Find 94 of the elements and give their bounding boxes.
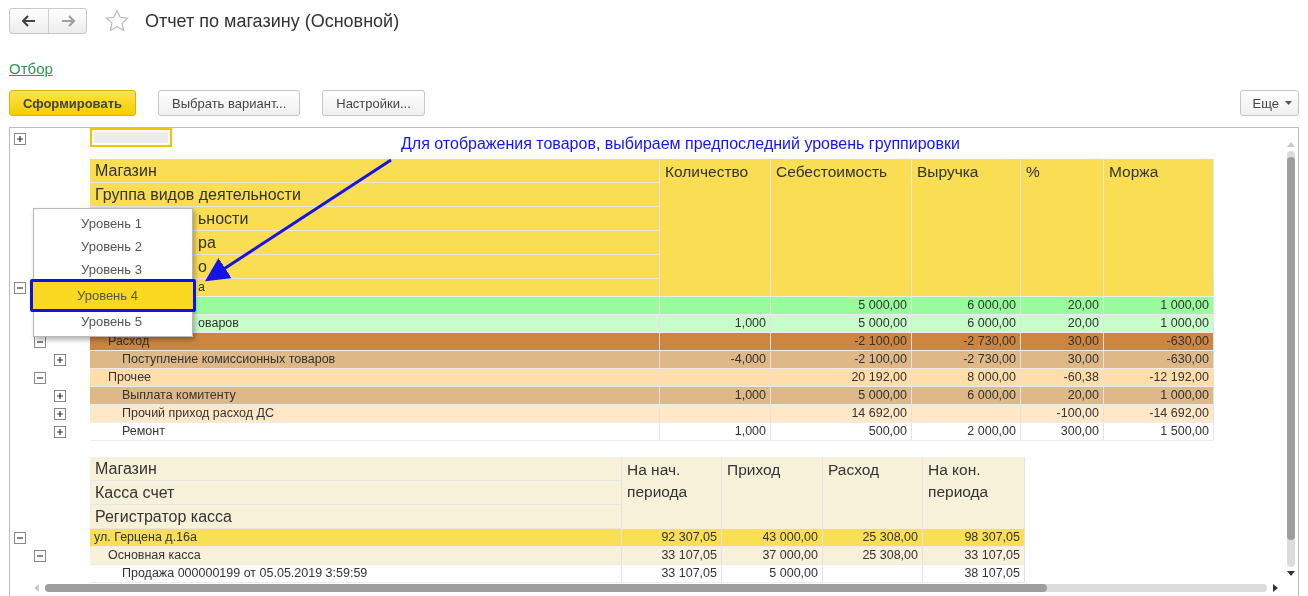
column-header: Себестоимость <box>771 158 912 279</box>
table-cell: 5 000,00 <box>722 564 823 582</box>
table-cell: Выплата комитенту <box>90 386 660 404</box>
table-cell: -2 100,00 <box>771 332 912 350</box>
table-cell: -630,00 <box>1104 332 1214 350</box>
table-cell: 1 000,00 <box>1104 314 1214 332</box>
table-cell: 300,00 <box>1021 422 1104 440</box>
table-cell: Поступление комиссионных товаров <box>90 350 660 368</box>
caret-icon <box>1285 101 1292 105</box>
table-cell: -2 730,00 <box>912 350 1021 368</box>
table-cell: 20 192,00 <box>771 368 912 386</box>
table-cell: 1,000 <box>660 386 771 404</box>
table-cell: 5 000,00 <box>771 314 912 332</box>
table-cell: 25 308,00 <box>823 528 923 546</box>
scroll-right-icon[interactable] <box>1273 584 1278 593</box>
filter-link[interactable]: Отбор <box>9 60 53 77</box>
star-icon[interactable] <box>105 9 129 33</box>
column-header: Выручка <box>912 158 1021 279</box>
window-title: Отчет по магазину (Основной) <box>145 10 400 32</box>
table-cell: 5 000,00 <box>771 386 912 404</box>
table-cell: 6 000,00 <box>912 314 1021 332</box>
table-cell: 5 000,00 <box>771 296 912 314</box>
toolbar-button[interactable]: Выбрать вариант... <box>158 90 301 116</box>
grouping-header: Магазин <box>90 456 622 481</box>
table-cell: -630,00 <box>1104 350 1214 368</box>
table-cell: 33 107,05 <box>622 546 722 564</box>
table-cell: 14 692,00 <box>771 404 912 422</box>
table-cell: 43 000,00 <box>722 528 823 546</box>
table-cell: 6 000,00 <box>912 386 1021 404</box>
expand-icon[interactable] <box>54 407 66 420</box>
column-header: На нач. периода <box>622 456 722 529</box>
table-cell: Ремонт <box>90 422 660 440</box>
table-cell: 98 307,05 <box>923 528 1025 546</box>
table-cell: 38 107,05 <box>923 564 1025 582</box>
table-cell: -100,00 <box>1021 404 1104 422</box>
horizontal-scrollbar[interactable] <box>45 584 1267 593</box>
collapse-icon[interactable] <box>34 371 46 384</box>
grouping-header: Магазин <box>90 158 660 183</box>
table-cell: ул. Герцена д.16а <box>90 528 622 546</box>
column-header: На кон. периода <box>923 456 1025 529</box>
table-cell: 1,000 <box>660 314 771 332</box>
generate-button[interactable]: Сформировать <box>9 90 137 116</box>
expand-icon[interactable] <box>54 425 66 438</box>
table-cell: -4,000 <box>660 350 771 368</box>
table-cell: 33 107,05 <box>622 564 722 582</box>
forward-arrow-icon <box>60 15 75 27</box>
table-cell: 1 500,00 <box>1104 422 1214 440</box>
collapse-icon[interactable] <box>34 549 46 562</box>
table-cell: 20,00 <box>1021 314 1104 332</box>
toolbar-button[interactable]: Настройки... <box>322 90 425 116</box>
expand-icon[interactable] <box>14 133 26 145</box>
scroll-down-icon[interactable] <box>1287 571 1295 576</box>
expand-icon[interactable] <box>54 389 66 402</box>
table-cell: Прочее <box>90 368 660 386</box>
column-header: Приход <box>722 456 823 529</box>
back-arrow-icon <box>22 15 36 27</box>
table-cell: -12 192,00 <box>1104 368 1214 386</box>
table-cell: 1 000,00 <box>1104 296 1214 314</box>
column-header: Моржа <box>1104 158 1214 279</box>
table-cell: 6 000,00 <box>912 296 1021 314</box>
table-cell: 92 307,05 <box>622 528 722 546</box>
grouping-header: Касса счет <box>90 480 622 505</box>
collapse-icon[interactable] <box>14 281 26 294</box>
table-cell: 20,00 <box>1021 296 1104 314</box>
grouping-header: Группа видов деятельности <box>90 182 660 207</box>
menu-item[interactable]: Уровень 4 <box>30 279 196 312</box>
column-header: Количество <box>660 158 771 279</box>
expand-icon[interactable] <box>54 353 66 366</box>
table-cell: -14 692,00 <box>1104 404 1214 422</box>
table-cell: 30,00 <box>1021 350 1104 368</box>
table-cell: 1,000 <box>660 422 771 440</box>
annotation-text: Для отображения товаров, выбираем предпоследний уровень группировки <box>401 135 960 153</box>
table-cell: Прочий приход расход ДС <box>90 404 660 422</box>
table-cell: 37 000,00 <box>722 546 823 564</box>
table-cell: 8 000,00 <box>912 368 1021 386</box>
table-cell: 20,00 <box>1021 386 1104 404</box>
table-cell: -2 730,00 <box>912 332 1021 350</box>
table-cell: 25 308,00 <box>823 546 923 564</box>
table-cell: 30,00 <box>1021 332 1104 350</box>
table-cell: 1 000,00 <box>1104 386 1214 404</box>
vertical-scrollbar[interactable] <box>1287 151 1295 567</box>
table-cell: 33 107,05 <box>923 546 1025 564</box>
grouping-header: Регистратор касса <box>90 504 622 529</box>
table-cell: Основная касса <box>90 546 622 564</box>
empty-field[interactable] <box>90 128 172 147</box>
table-cell: -60,38 <box>1021 368 1104 386</box>
column-header: % <box>1021 158 1104 279</box>
table-cell: -2 100,00 <box>771 350 912 368</box>
collapse-icon[interactable] <box>14 531 26 544</box>
column-header: Расход <box>823 456 923 529</box>
table-cell: 500,00 <box>771 422 912 440</box>
table-cell: 2 000,00 <box>912 422 1021 440</box>
more-button[interactable]: Еще <box>1239 90 1299 116</box>
table-cell: Продажа 000000199 от 05.05.2019 3:59:59 <box>90 564 622 582</box>
